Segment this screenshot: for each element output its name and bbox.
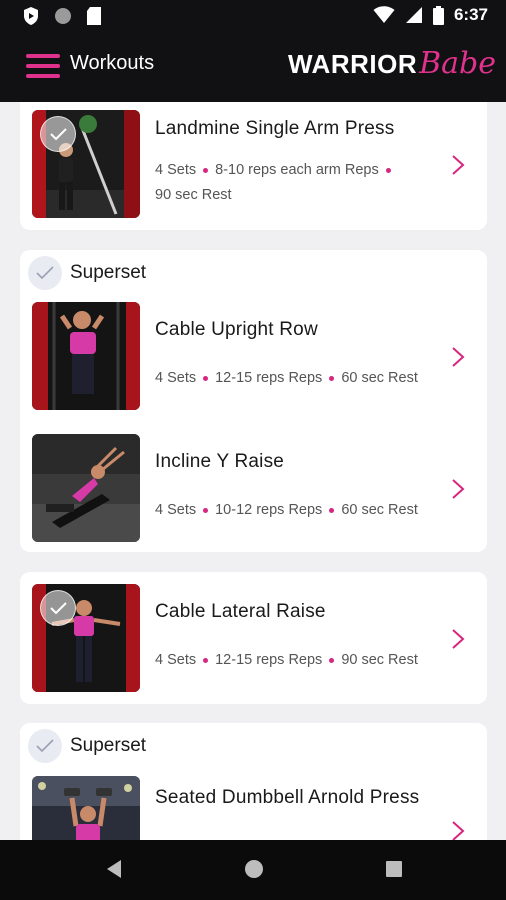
- back-triangle-icon[interactable]: [104, 858, 124, 880]
- home-circle-icon[interactable]: [243, 858, 265, 880]
- chevron-right-icon: [452, 155, 465, 175]
- exercise-name: Landmine Single Arm Press: [155, 118, 395, 139]
- exercise-reps: 8-10 reps each arm Reps: [215, 162, 379, 178]
- cable-upright-row-photo: [32, 302, 140, 410]
- shield-notification-icon: [24, 7, 38, 25]
- completed-check-icon: [40, 590, 76, 626]
- battery-icon: [432, 5, 444, 25]
- chevron-right-icon: [452, 821, 465, 840]
- superset-header: Superset: [28, 256, 146, 290]
- superset-header: Superset: [28, 729, 146, 763]
- signal-icon: [405, 7, 422, 23]
- exercise-name: Seated Dumbbell Arnold Press: [155, 787, 420, 808]
- separator-dot: [329, 375, 335, 381]
- exercise-thumbnail: [32, 110, 140, 218]
- system-navigation-bar: [0, 840, 506, 900]
- separator-dot: [203, 507, 209, 513]
- separator-dot: [203, 657, 209, 663]
- exercise-details: 4 Sets 8-10 reps each arm Reps 90 sec Res…: [155, 158, 445, 208]
- arnold-press-photo: [32, 776, 140, 840]
- sd-card-icon: [87, 7, 101, 25]
- exercise-thumbnail: [32, 584, 140, 692]
- checkmark-icon[interactable]: [28, 256, 62, 290]
- exercise-sets: 4 Sets: [155, 370, 197, 386]
- app-bar: Workouts WARRIOR Babe: [0, 32, 506, 102]
- separator-dot: [385, 167, 391, 173]
- exercise-reps: 12-15 reps Reps: [215, 370, 323, 386]
- exercise-details: 4 Sets 12-15 reps Reps 90 sec Rest: [155, 648, 445, 673]
- separator-dot: [329, 507, 335, 513]
- exercise-item-incline-y-raise[interactable]: Incline Y Raise 4 Sets 10-12 reps Reps 60 …: [20, 434, 487, 544]
- separator-dot: [329, 657, 335, 663]
- exercise-details: 4 Sets 10-12 reps Reps 60 sec Rest: [155, 498, 445, 523]
- superset-label: Superset: [70, 262, 147, 283]
- page-title: Workouts: [70, 52, 155, 74]
- logo-text-warrior: WARRIOR: [287, 49, 418, 79]
- completed-check-icon: [40, 116, 76, 152]
- superset-card: Superset Seated Dumbbell Arnold Press: [20, 723, 487, 840]
- exercise-card: Landmine Single Arm Press 4 Sets 8-10 rep…: [20, 102, 487, 230]
- separator-dot: [203, 167, 209, 173]
- status-bar: 6:37: [0, 0, 506, 32]
- exercise-thumbnail: [32, 302, 140, 410]
- clock: 6:37: [453, 5, 488, 24]
- brand-logo: WARRIOR Babe: [288, 46, 496, 86]
- exercise-details: 4 Sets 12-15 reps Reps 60 sec Rest: [155, 366, 445, 391]
- circle-notification-icon: [55, 8, 71, 24]
- wifi-icon: [373, 6, 395, 23]
- checkmark-icon[interactable]: [28, 729, 62, 763]
- exercise-sets: 4 Sets: [155, 652, 197, 668]
- exercise-sets: 4 Sets: [155, 502, 197, 518]
- exercise-rest: 90 sec Rest: [155, 187, 232, 203]
- chevron-right-icon: [452, 347, 465, 367]
- separator-dot: [203, 375, 209, 381]
- exercise-rest: 60 sec Rest: [341, 370, 418, 386]
- exercise-name: Cable Upright Row: [155, 319, 318, 340]
- exercise-rest: 60 sec Rest: [341, 502, 418, 518]
- exercise-item-cable-upright-row[interactable]: Cable Upright Row 4 Sets 12-15 reps Reps 6…: [20, 302, 487, 412]
- incline-y-raise-photo: [32, 434, 140, 542]
- exercise-sets: 4 Sets: [155, 162, 197, 178]
- exercise-thumbnail: [32, 776, 140, 840]
- superset-label: Superset: [70, 735, 147, 756]
- exercise-name: Incline Y Raise: [155, 451, 285, 472]
- chevron-right-icon: [452, 479, 465, 499]
- logo-text-babe: Babe: [419, 46, 496, 81]
- exercise-card: Cable Lateral Raise 4 Sets 12-15 reps Rep…: [20, 572, 487, 704]
- exercise-item-seated-dumbbell-arnold-press[interactable]: Seated Dumbbell Arnold Press: [20, 776, 487, 840]
- exercise-rest: 90 sec Rest: [341, 652, 418, 668]
- exercise-name: Cable Lateral Raise: [155, 601, 326, 622]
- recents-square-icon[interactable]: [385, 858, 403, 880]
- exercise-reps: 12-15 reps Reps: [215, 652, 323, 668]
- superset-card: Superset Cable Upright Row 4 Sets 12-15 …: [20, 250, 487, 552]
- chevron-right-icon: [452, 629, 465, 649]
- exercise-item-cable-lateral-raise[interactable]: Cable Lateral Raise 4 Sets 12-15 reps Rep…: [20, 584, 487, 694]
- workout-list[interactable]: Landmine Single Arm Press 4 Sets 8-10 rep…: [0, 102, 506, 840]
- hamburger-menu-icon[interactable]: [26, 54, 60, 80]
- exercise-reps: 10-12 reps Reps: [215, 502, 323, 518]
- exercise-thumbnail: [32, 434, 140, 542]
- exercise-item-landmine-press[interactable]: Landmine Single Arm Press 4 Sets 8-10 rep…: [20, 110, 487, 220]
